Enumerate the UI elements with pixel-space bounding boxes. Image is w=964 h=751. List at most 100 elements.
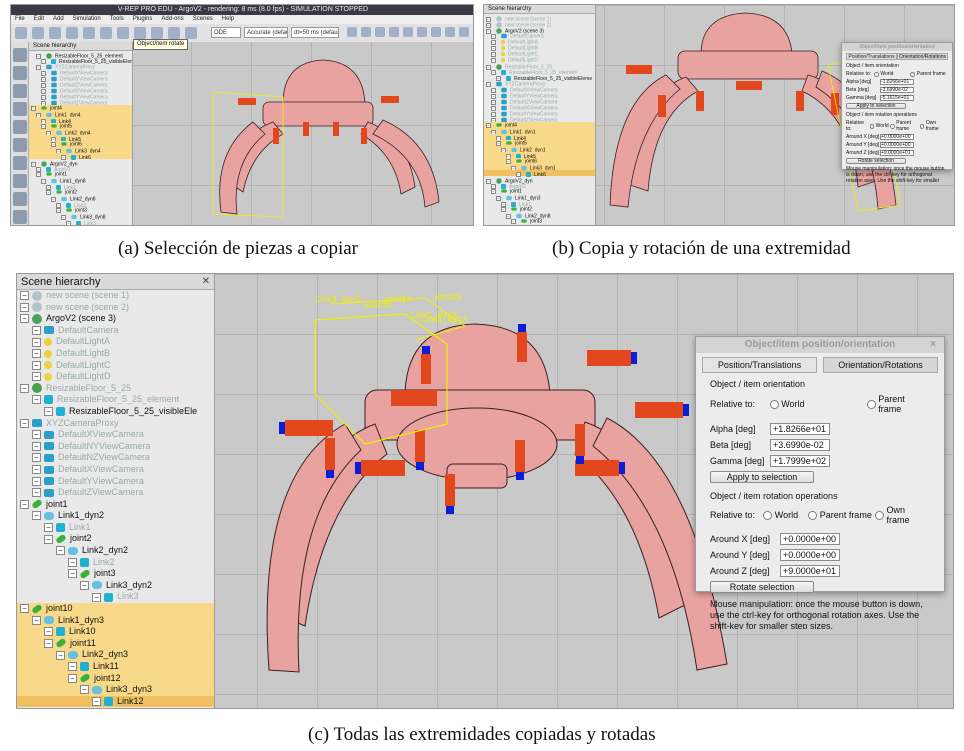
expand-icon[interactable]: − [44, 523, 53, 532]
parent-frame-radio[interactable] [866, 399, 876, 409]
hierarchy-row[interactable]: − new scene (scene 2) [17, 302, 214, 314]
toolbar-button-icon[interactable] [134, 27, 146, 39]
parent-frame-radio[interactable] [910, 71, 916, 77]
hierarchy-row[interactable]: − DefaultXViewCamera [17, 429, 214, 441]
expand-icon[interactable]: − [32, 441, 41, 451]
expand-icon[interactable]: − [44, 638, 53, 648]
toolbar-button-icon[interactable] [117, 27, 129, 39]
expand-icon[interactable]: − [32, 511, 41, 521]
menu-item[interactable]: Edit [34, 16, 44, 22]
toolbar-button-icon[interactable] [168, 27, 180, 39]
toolbar-button-icon[interactable] [375, 27, 385, 37]
hierarchy-row[interactable]: − Link1_dyn3 [17, 614, 214, 627]
parent-frame-radio-2[interactable] [808, 510, 818, 520]
close-icon[interactable]: × [930, 337, 936, 353]
expand-icon[interactable]: − [20, 499, 29, 509]
beta-input[interactable]: -3.6990e-02 [880, 87, 914, 93]
toolbar-button-icon[interactable] [185, 27, 197, 39]
expand-icon[interactable]: − [51, 141, 56, 147]
sidebar-tool-icon[interactable] [13, 156, 27, 170]
expand-icon[interactable]: − [496, 140, 501, 146]
expand-icon[interactable]: − [20, 383, 29, 393]
expand-icon[interactable]: − [92, 592, 101, 602]
expand-icon[interactable]: − [92, 696, 101, 706]
hierarchy-row[interactable]: − DefaultCamera [17, 325, 214, 337]
around-y-input[interactable]: +0.0000e+00 [880, 142, 914, 148]
menu-item[interactable]: Tools [110, 16, 124, 22]
hierarchy-row[interactable]: − joint12 [17, 672, 214, 685]
expand-icon[interactable]: − [68, 557, 77, 567]
expand-icon[interactable]: − [20, 291, 29, 301]
expand-icon[interactable]: − [32, 476, 41, 486]
hierarchy-row[interactable]: − Link1_dyn2 [17, 510, 214, 522]
hierarchy-row[interactable]: − DefaultLightC [17, 360, 214, 372]
toolbar-button-icon[interactable] [403, 27, 413, 37]
hierarchy-row[interactable]: − DefaultNYViewCamera [17, 441, 214, 453]
own-frame-radio[interactable] [875, 510, 885, 520]
menu-item[interactable]: File [15, 16, 25, 22]
toolbar-button-icon[interactable] [151, 27, 163, 39]
menu-item[interactable]: Add [53, 16, 64, 22]
around-x-input[interactable]: +0.0000e+00 [880, 134, 914, 140]
around-x-input[interactable]: +0.0000e+00 [780, 533, 840, 545]
menu-item[interactable]: Plugins [133, 16, 153, 22]
toolbar-button-icon[interactable] [417, 27, 427, 37]
beta-input[interactable]: +3.6990e-02 [770, 439, 830, 451]
hierarchy-row[interactable]: − ResizableFloor_5_25_element [17, 394, 214, 406]
timestep-select[interactable]: dt=50 ms (default) [291, 27, 339, 38]
hierarchy-row[interactable]: − Link2_dyn2 [17, 545, 214, 557]
expand-icon[interactable]: − [491, 188, 496, 194]
own-frame-radio[interactable] [919, 123, 925, 129]
alpha-input[interactable]: +1.8266e+01 [770, 423, 830, 435]
hierarchy-row[interactable]: − Link3_dyn2 [17, 580, 214, 592]
expand-icon[interactable]: − [32, 372, 41, 382]
robot-viewport[interactable] [133, 42, 474, 226]
expand-icon[interactable]: − [68, 569, 77, 579]
sidebar-tool-icon[interactable] [13, 66, 27, 80]
parent-frame-radio-2[interactable] [890, 123, 895, 129]
expand-icon[interactable]: − [44, 407, 53, 417]
expand-icon[interactable]: − [32, 488, 41, 498]
expand-icon[interactable]: − [66, 221, 71, 225]
sidebar-tool-icon[interactable] [13, 210, 27, 224]
sidebar-tool-icon[interactable] [13, 192, 27, 206]
sidebar-tool-icon[interactable] [13, 138, 27, 152]
apply-to-selection-button[interactable]: Apply to selection [710, 471, 814, 483]
hierarchy-row[interactable]: − joint10 [17, 603, 214, 615]
hierarchy-row[interactable]: − joint3 [17, 568, 214, 580]
close-icon[interactable]: ✕ [202, 274, 210, 290]
hierarchy-row[interactable]: − DefaultLightB [17, 348, 214, 360]
world-radio-2[interactable] [763, 510, 773, 520]
tab-position[interactable]: Position/Translations [702, 357, 817, 373]
expand-icon[interactable]: − [506, 158, 511, 164]
sidebar-tool-icon[interactable] [13, 84, 27, 98]
hierarchy-row[interactable]: − DefaultYViewCamera [17, 476, 214, 488]
rotate-selection-button[interactable]: Rotate selection [710, 581, 814, 593]
tab-orientation[interactable]: Orientation/Rotations [897, 53, 948, 60]
hierarchy-row[interactable]: − new scene (scene 1) [17, 290, 214, 302]
toolbar-button-icon[interactable] [361, 27, 371, 37]
expand-icon[interactable]: − [32, 360, 41, 370]
hierarchy-row[interactable]: − joint3 [484, 218, 595, 224]
hierarchy-row[interactable]: − DefaultLightA [17, 336, 214, 348]
expand-icon[interactable]: − [20, 314, 29, 324]
expand-icon[interactable]: − [32, 615, 41, 625]
expand-icon[interactable]: − [20, 604, 29, 614]
expand-icon[interactable]: − [20, 302, 29, 312]
world-radio-2[interactable] [869, 123, 875, 129]
hierarchy-row[interactable]: − Link12 [17, 695, 214, 708]
sidebar-tool-icon[interactable] [13, 120, 27, 134]
toolbar-button-icon[interactable] [49, 27, 61, 39]
menu-item[interactable]: Help [222, 16, 234, 22]
expand-icon[interactable]: − [44, 627, 53, 637]
alpha-input[interactable]: -1.8266e+01 [880, 79, 914, 85]
expand-icon[interactable]: − [501, 206, 506, 212]
expand-icon[interactable]: − [32, 453, 41, 463]
expand-icon[interactable]: − [41, 123, 46, 129]
hierarchy-row[interactable]: − DefaultNZViewCamera [17, 452, 214, 464]
hierarchy-row[interactable]: − Link3 [17, 591, 214, 603]
gamma-input[interactable]: +1.7999e+02 [770, 455, 830, 467]
expand-icon[interactable]: − [32, 465, 41, 475]
toolbar-button-icon[interactable] [100, 27, 112, 39]
hierarchy-row[interactable]: − joint1 [17, 499, 214, 511]
